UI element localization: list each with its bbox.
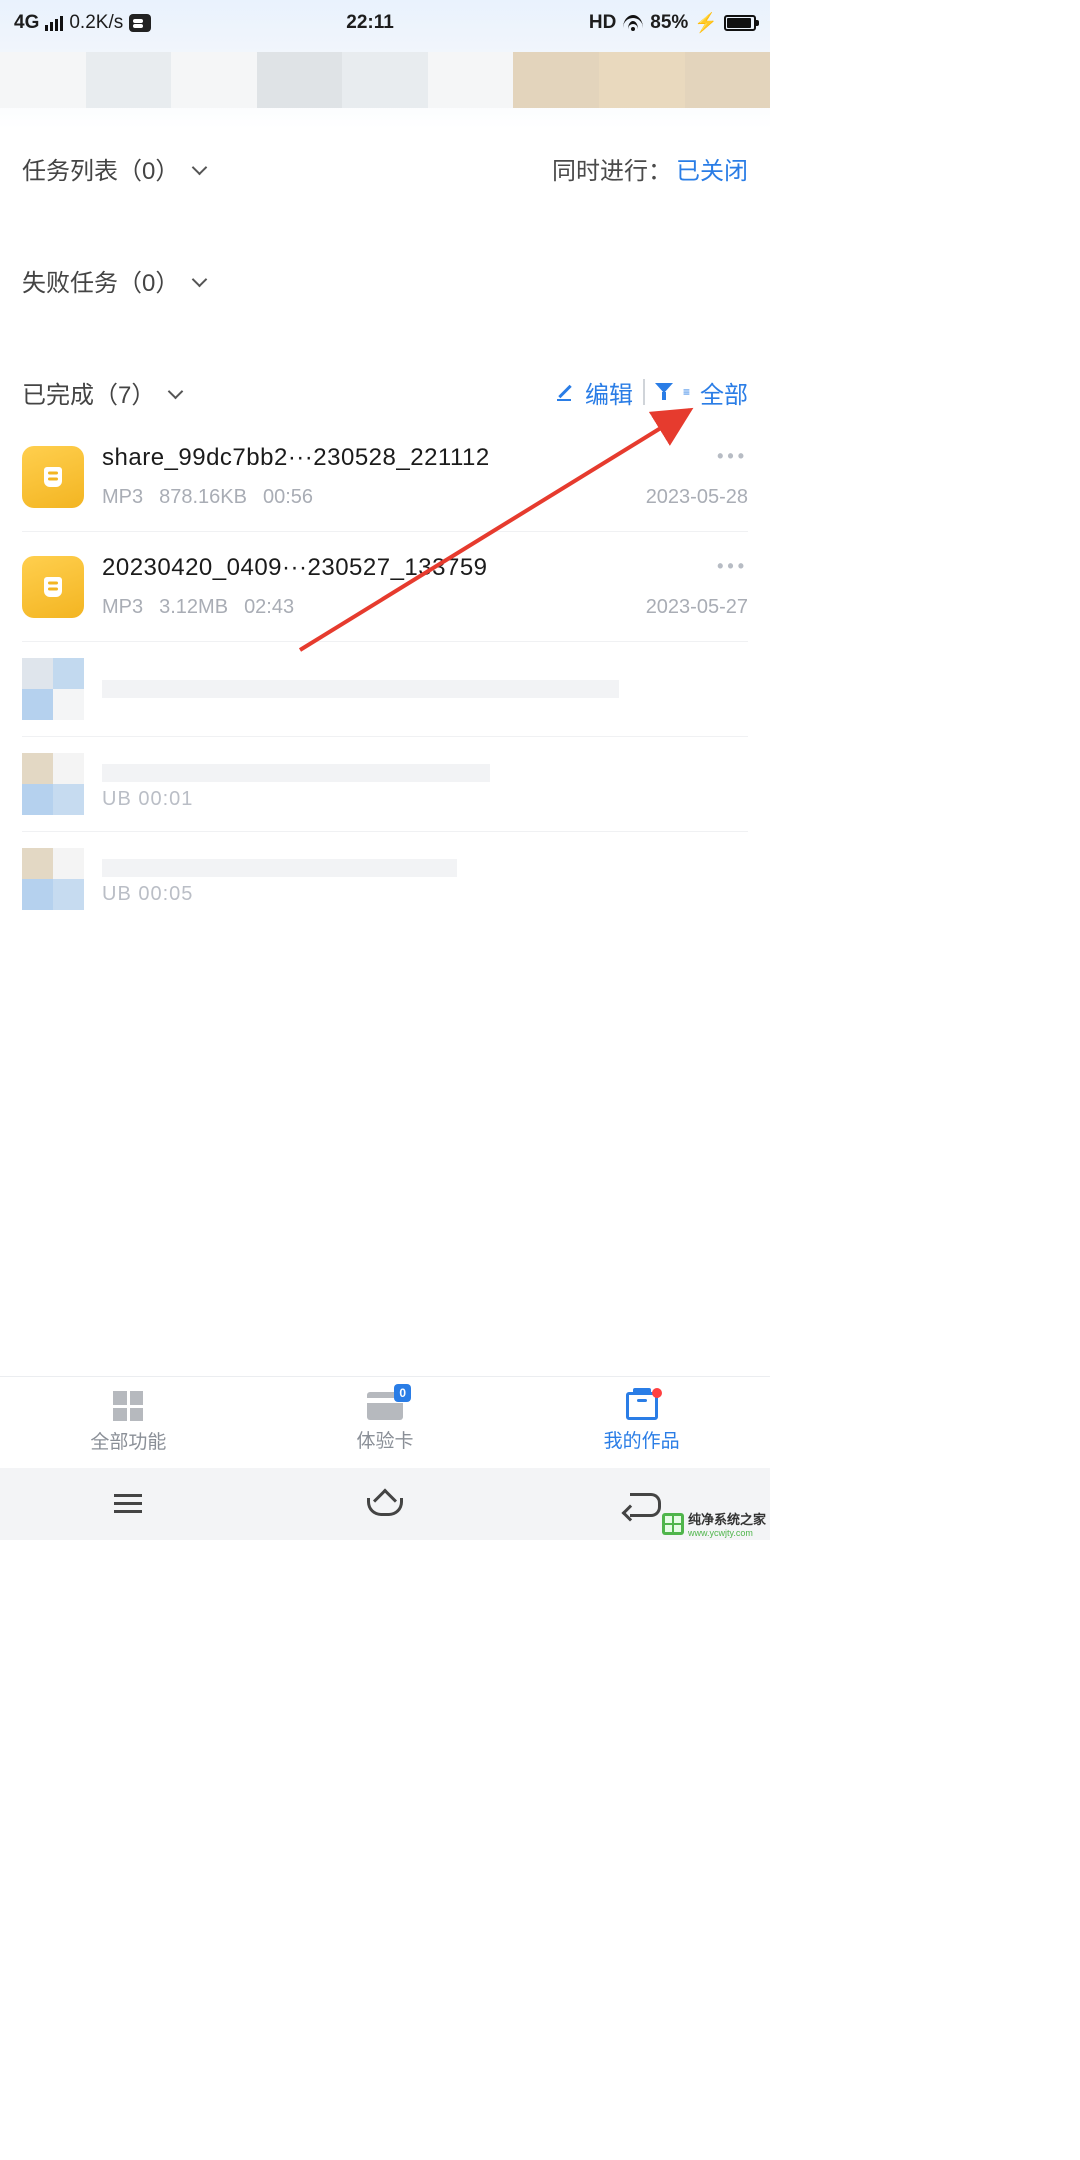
nav-my-works[interactable]: 我的作品 (513, 1377, 770, 1468)
message-icon (129, 14, 151, 32)
chevron-down-icon (189, 269, 211, 291)
pencil-icon (555, 382, 575, 402)
battery-icon (724, 15, 756, 31)
concurrent-value[interactable]: 已关闭 (676, 151, 748, 186)
grid-icon (113, 1391, 143, 1421)
clock: 22:11 (151, 12, 589, 34)
concurrent-label: 同时进行： (552, 151, 672, 186)
more-icon[interactable]: ••• (717, 556, 748, 577)
net-speed: 0.2K/s (69, 12, 123, 34)
filter-button[interactable]: 全部 (700, 375, 748, 410)
file-size: 878.16KB (159, 486, 247, 509)
file-item[interactable]: share_99dc7bb2···230528_221112 MP3 878.1… (22, 422, 748, 531)
task-list-section[interactable]: 任务列表（0） 同时进行： 已关闭 (0, 138, 770, 198)
system-nav (0, 1468, 770, 1540)
header-blurred (0, 46, 770, 138)
completed-section[interactable]: 已完成（7） 编辑 ≡ 全部 (0, 362, 770, 422)
chevron-down-icon (189, 157, 211, 179)
divider (643, 379, 645, 405)
recents-icon[interactable] (108, 1490, 148, 1518)
more-icon[interactable]: ••• (717, 446, 748, 467)
nav-all-features[interactable]: 全部功能 (0, 1377, 257, 1468)
nav-trial-card[interactable]: 0 体验卡 (257, 1377, 514, 1468)
file-meta-blurred: UB 00:01 (102, 788, 748, 811)
file-item-blurred: UB 00:05 (22, 831, 748, 926)
file-list: share_99dc7bb2···230528_221112 MP3 878.1… (0, 422, 770, 926)
file-item-blurred (22, 641, 748, 736)
failed-section[interactable]: 失败任务（0） (0, 250, 770, 310)
file-size: 3.12MB (159, 596, 228, 619)
task-list-label: 任务列表（0） (22, 151, 179, 186)
failed-label: 失败任务（0） (22, 263, 179, 298)
status-right: HD 85% ⚡ (589, 11, 756, 35)
completed-label: 已完成（7） (22, 375, 155, 410)
status-left: 4G 0.2K/s (14, 12, 151, 34)
watermark: 纯净系统之家 www.ycwjty.com (662, 1509, 766, 1538)
signal-icon (45, 16, 63, 31)
battery-pct: 85% (650, 12, 688, 34)
file-date: 2023-05-27 (646, 596, 748, 619)
network-type: 4G (14, 12, 39, 34)
filter-icon (655, 383, 673, 401)
status-bar: 4G 0.2K/s 22:11 HD 85% ⚡ (0, 0, 770, 46)
badge: 0 (394, 1384, 411, 1402)
watermark-logo-icon (662, 1513, 684, 1535)
hd-label: HD (589, 12, 616, 34)
music-file-icon (22, 446, 84, 508)
home-icon[interactable] (365, 1490, 405, 1518)
file-item-blurred: UB 00:01 (22, 736, 748, 831)
bottom-nav: 全部功能 0 体验卡 我的作品 (0, 1376, 770, 1468)
file-date: 2023-05-28 (646, 486, 748, 509)
file-name: share_99dc7bb2···230528_221112 (102, 444, 748, 472)
file-duration: 02:43 (244, 596, 294, 619)
file-type: MP3 (102, 486, 143, 509)
file-item[interactable]: 20230420_0409···230527_133759 MP3 3.12MB… (22, 531, 748, 641)
edit-button[interactable]: 编辑 (585, 375, 633, 410)
file-name: 20230420_0409···230527_133759 (102, 554, 748, 582)
watermark-url: www.ycwjty.com (688, 1528, 766, 1538)
charging-icon: ⚡ (694, 11, 718, 35)
music-file-icon (22, 556, 84, 618)
file-meta-blurred: UB 00:05 (102, 883, 748, 906)
back-icon[interactable] (622, 1490, 662, 1518)
watermark-title: 纯净系统之家 (688, 1509, 766, 1528)
chevron-down-icon (165, 381, 187, 403)
file-type: MP3 (102, 596, 143, 619)
wifi-icon (622, 15, 644, 31)
notification-dot-icon (652, 1388, 662, 1398)
file-duration: 00:56 (263, 486, 313, 509)
